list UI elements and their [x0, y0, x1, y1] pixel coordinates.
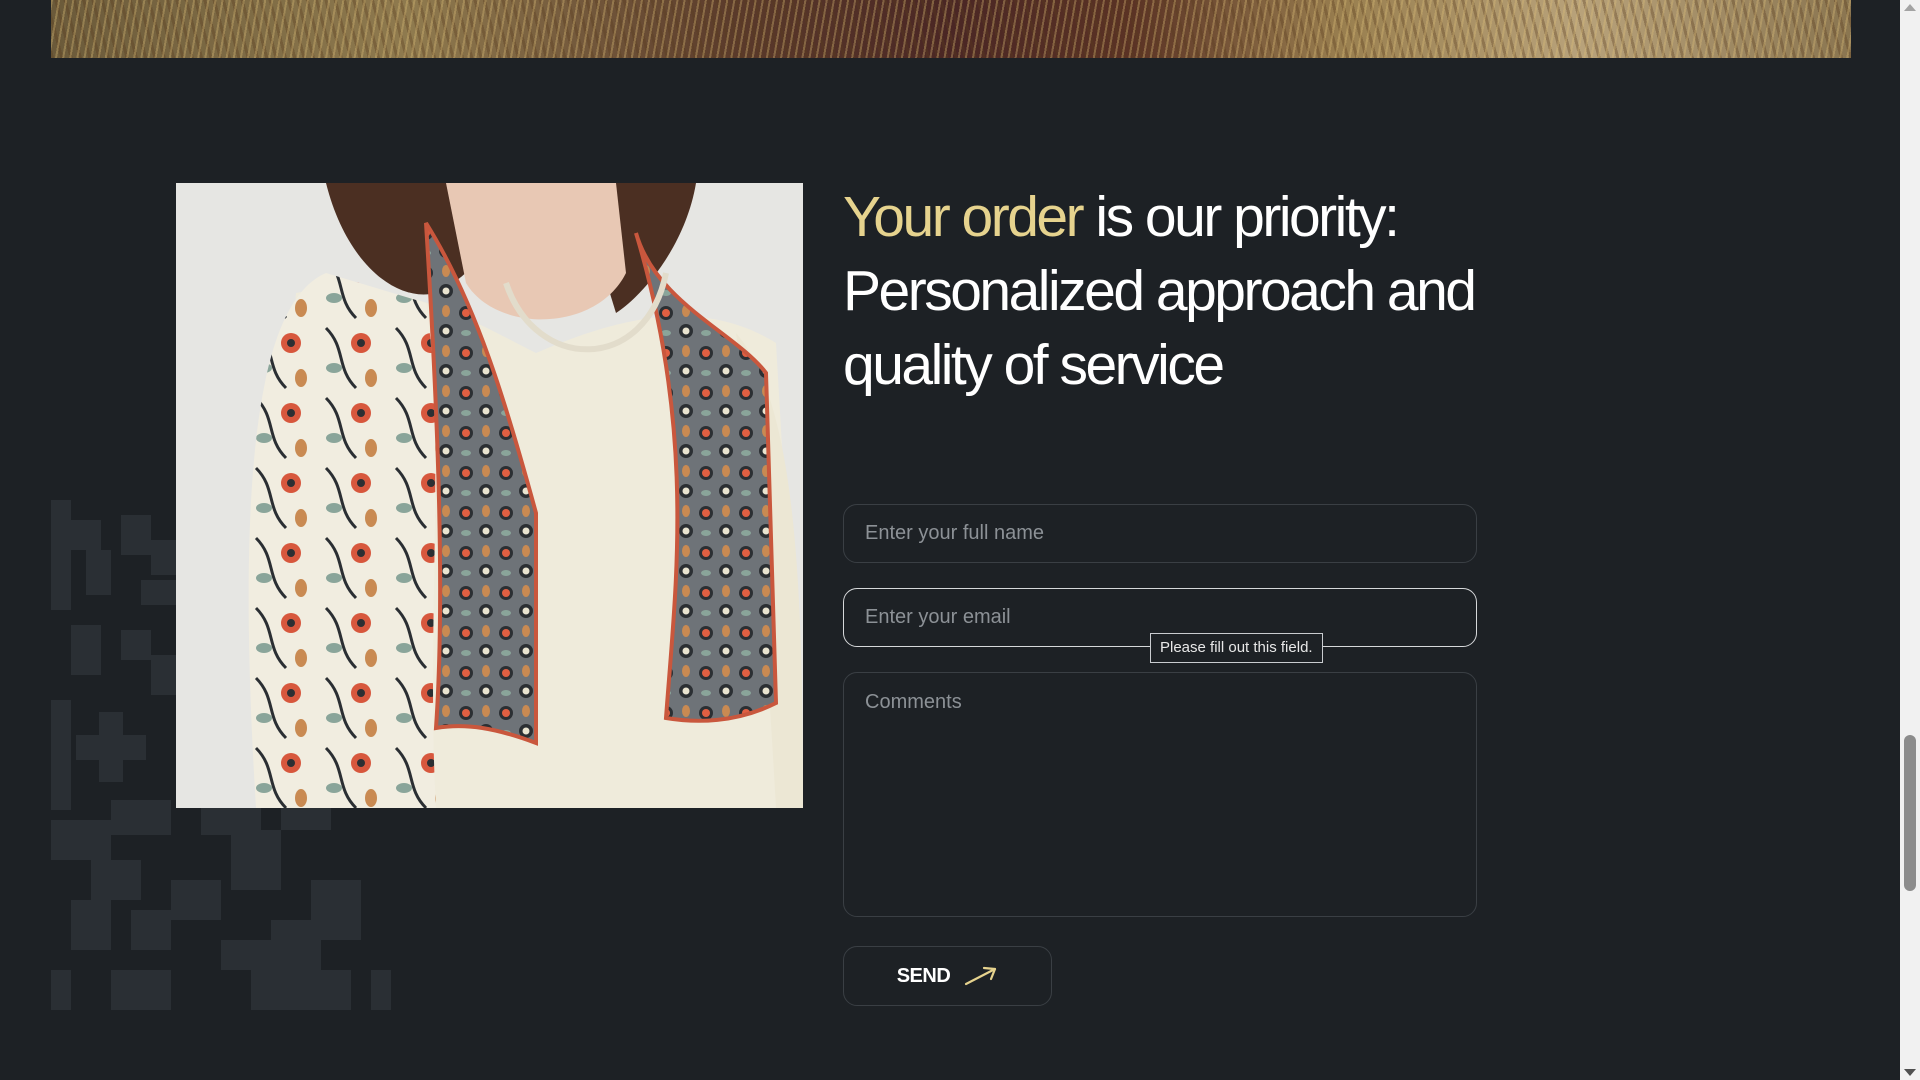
email-placeholder: Enter your email — [865, 606, 1011, 628]
product-photo — [176, 183, 803, 808]
send-button[interactable]: SEND — [843, 946, 1052, 1006]
contact-section: Your order is our priority: Personalized… — [0, 0, 1900, 1080]
section-heading: Your order is our priority: Personalized… — [843, 180, 1543, 402]
arrow-up-right-icon — [965, 966, 997, 986]
heading-accent: Your order — [843, 185, 1085, 249]
scroll-down-icon[interactable] — [1904, 1069, 1916, 1076]
send-label: SEND — [896, 964, 951, 987]
comments-placeholder: Comments — [865, 691, 962, 713]
page-scrollbar[interactable] — [1900, 0, 1920, 1080]
scroll-up-icon[interactable] — [1904, 4, 1916, 11]
hero-image-strip — [51, 0, 1851, 58]
scroll-thumb[interactable] — [1904, 735, 1916, 891]
comments-textarea[interactable]: Comments — [843, 672, 1477, 917]
full-name-placeholder: Enter your full name — [865, 522, 1044, 544]
validation-tooltip: Please fill out this field. — [1150, 633, 1323, 663]
full-name-input[interactable]: Enter your full name — [843, 504, 1477, 563]
